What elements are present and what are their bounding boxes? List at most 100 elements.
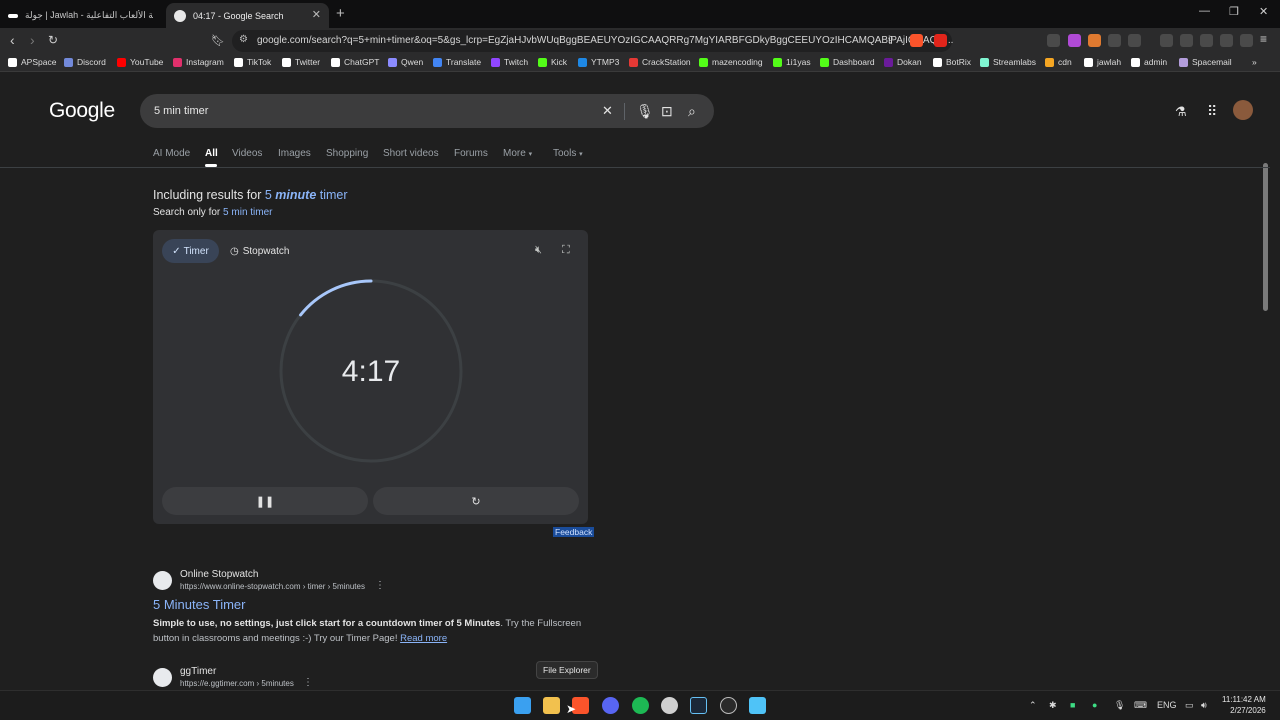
bookmark-item[interactable]: cdn [1045, 57, 1072, 67]
bookmark-item[interactable]: Twitch [491, 57, 528, 67]
extension-icon[interactable] [1068, 34, 1081, 47]
read-more-link[interactable]: Read more [400, 633, 447, 644]
clock[interactable]: 11:11:42 AM 2/27/2026 [1222, 694, 1266, 716]
new-tab-button[interactable]: + [336, 5, 345, 22]
url-text[interactable]: google.com/search?q=5+min+timer&oq=5&gs_… [257, 35, 953, 46]
spotify-icon[interactable] [632, 697, 649, 714]
reload-button[interactable]: ↻ [48, 33, 58, 47]
result-url[interactable]: https://e.ggtimer.com › 5minutes [180, 679, 294, 688]
bookmark-item[interactable]: YTMP3 [578, 57, 619, 67]
bookmark-item[interactable]: Twitter [282, 57, 320, 67]
close-window-button[interactable]: ✕ [1259, 5, 1268, 18]
lens-icon[interactable]: ⊡ [661, 103, 673, 120]
network-icon[interactable]: ▭ [1185, 700, 1194, 711]
minimize-button[interactable]: — [1199, 5, 1210, 17]
clear-icon[interactable]: ✕ [602, 103, 613, 119]
menu-icon[interactable]: ≡ [1260, 32, 1267, 46]
bookmark-item[interactable]: Dashboard [820, 57, 875, 67]
extension-icon[interactable] [1047, 34, 1060, 47]
restore-button[interactable]: ❐ [1229, 5, 1239, 18]
more-bookmarks-icon[interactable]: » [1252, 57, 1257, 67]
bookmark-item[interactable]: Discord [64, 57, 106, 67]
mute-icon[interactable]: 🔇︎ [535, 244, 542, 257]
tab-shopping[interactable]: Shopping [326, 148, 368, 159]
bookmark-item[interactable]: ChatGPT [331, 57, 379, 67]
start-icon[interactable] [514, 697, 531, 714]
result-site-name[interactable]: Online Stopwatch [180, 569, 258, 580]
file-explorer-icon[interactable] [543, 697, 560, 714]
bookmark-item[interactable]: Streamlabs [980, 57, 1036, 67]
bookmark-item[interactable]: mazencoding [699, 57, 763, 67]
google-logo[interactable]: Google [49, 99, 115, 123]
back-button[interactable]: ‹ [10, 32, 15, 48]
vpn-icon[interactable] [1240, 34, 1253, 47]
show-hidden-icons-icon[interactable]: ⌃ [1029, 700, 1037, 711]
bookmark-item[interactable]: Translate [433, 57, 481, 67]
tab-videos[interactable]: Videos [232, 148, 262, 159]
close-tab-icon[interactable]: ✕ [312, 8, 321, 21]
more-options-icon[interactable]: ⋮ [375, 580, 385, 591]
steam-icon[interactable] [690, 697, 707, 714]
site-settings-icon[interactable]: ⚙ [239, 34, 248, 45]
forward-button[interactable]: › [30, 32, 35, 48]
bookmark-item[interactable]: YouTube [117, 57, 163, 67]
apps-grid-icon[interactable]: ⠿ [1207, 103, 1217, 120]
result-url[interactable]: https://www.online-stopwatch.com › timer… [180, 582, 365, 591]
discord-icon[interactable] [602, 697, 619, 714]
bookmark-item[interactable]: Instagram [173, 57, 224, 67]
tab-short-videos[interactable]: Short videos [383, 148, 439, 159]
brave-shields-icon[interactable] [910, 34, 923, 47]
media-icon[interactable] [1160, 34, 1173, 47]
tab-images[interactable]: Images [278, 148, 311, 159]
search-input[interactable]: 5 min timer [154, 105, 208, 117]
bookmark-item[interactable]: jawlah [1084, 57, 1121, 67]
microphone-icon[interactable]: 🎙︎ [1114, 700, 1125, 711]
notepad-icon[interactable] [749, 697, 766, 714]
search-icon[interactable]: ⌕ [688, 103, 696, 120]
bookmark-item[interactable]: TikTok [234, 57, 271, 67]
language-indicator[interactable]: ENG [1157, 700, 1177, 710]
steelseries-icon[interactable] [661, 697, 678, 714]
bookmark-item[interactable]: CrackStation [629, 57, 691, 67]
result-site-name[interactable]: ggTimer [180, 666, 216, 677]
tray-app-icon[interactable]: ■ [1070, 700, 1075, 710]
tab-google-search[interactable]: 04:17 - Google Search ✕ [166, 3, 329, 28]
labs-icon[interactable]: ⚗ [1175, 104, 1187, 120]
extensions-icon[interactable] [1108, 34, 1121, 47]
extension-icon[interactable] [1088, 34, 1101, 47]
fullscreen-icon[interactable]: ⛶ [562, 244, 570, 257]
app-icon[interactable] [720, 697, 737, 714]
avatar[interactable] [1233, 100, 1253, 120]
bookmark-item[interactable]: Spacemail [1179, 57, 1232, 67]
tray-app-icon[interactable]: ✱ [1049, 700, 1057, 711]
bookmark-item[interactable]: Dokan [884, 57, 922, 67]
bookmark-item[interactable]: BotRix [933, 57, 971, 67]
original-query-link[interactable]: 5 min timer [223, 207, 272, 218]
bookmark-icon[interactable]: 🔖︎ [211, 34, 225, 47]
bookmark-item[interactable]: admin [1131, 57, 1167, 67]
search-box[interactable]: 5 min timer ✕ 🎙︎ ⊡ ⌕ [140, 94, 714, 128]
sidebar-icon[interactable] [1180, 34, 1193, 47]
bookmark-item[interactable]: 1i1yas [773, 57, 811, 67]
tab-more[interactable]: More ▾ [503, 148, 532, 159]
feedback-link[interactable]: Feedback [553, 527, 595, 537]
timer-tab-button[interactable]: ✓ Timer [162, 239, 219, 263]
bookmark-item[interactable]: Kick [538, 57, 567, 67]
tab-groups-icon[interactable] [1128, 34, 1141, 47]
more-options-icon[interactable]: ⋮ [303, 677, 313, 688]
stopwatch-tab-button[interactable]: ◷ Stopwatch [230, 239, 289, 263]
tab-ai-mode[interactable]: AI Mode [153, 148, 190, 159]
corrected-query-link[interactable]: 5 minute timer [265, 188, 348, 202]
tab-all[interactable]: All [205, 148, 218, 159]
tab-forums[interactable]: Forums [454, 148, 488, 159]
tab-tools[interactable]: Tools ▾ [553, 148, 583, 159]
share-icon[interactable]: ⇪ [886, 34, 895, 47]
address-bar[interactable]: ⚙ google.com/search?q=5+min+timer&oq=5&g… [232, 30, 953, 52]
pause-button[interactable]: ❚❚ [162, 487, 368, 515]
result-title[interactable]: 5 Minutes Timer [153, 597, 245, 612]
leo-ai-icon[interactable] [1220, 34, 1233, 47]
tab-jawlah[interactable]: جولة | Jawlah - منصة الألعاب التفاعلية [0, 3, 163, 28]
bookmark-item[interactable]: APSpace [8, 57, 56, 67]
reset-button[interactable]: ↻ [373, 487, 579, 515]
keyboard-icon[interactable]: ⌨ [1134, 700, 1147, 711]
